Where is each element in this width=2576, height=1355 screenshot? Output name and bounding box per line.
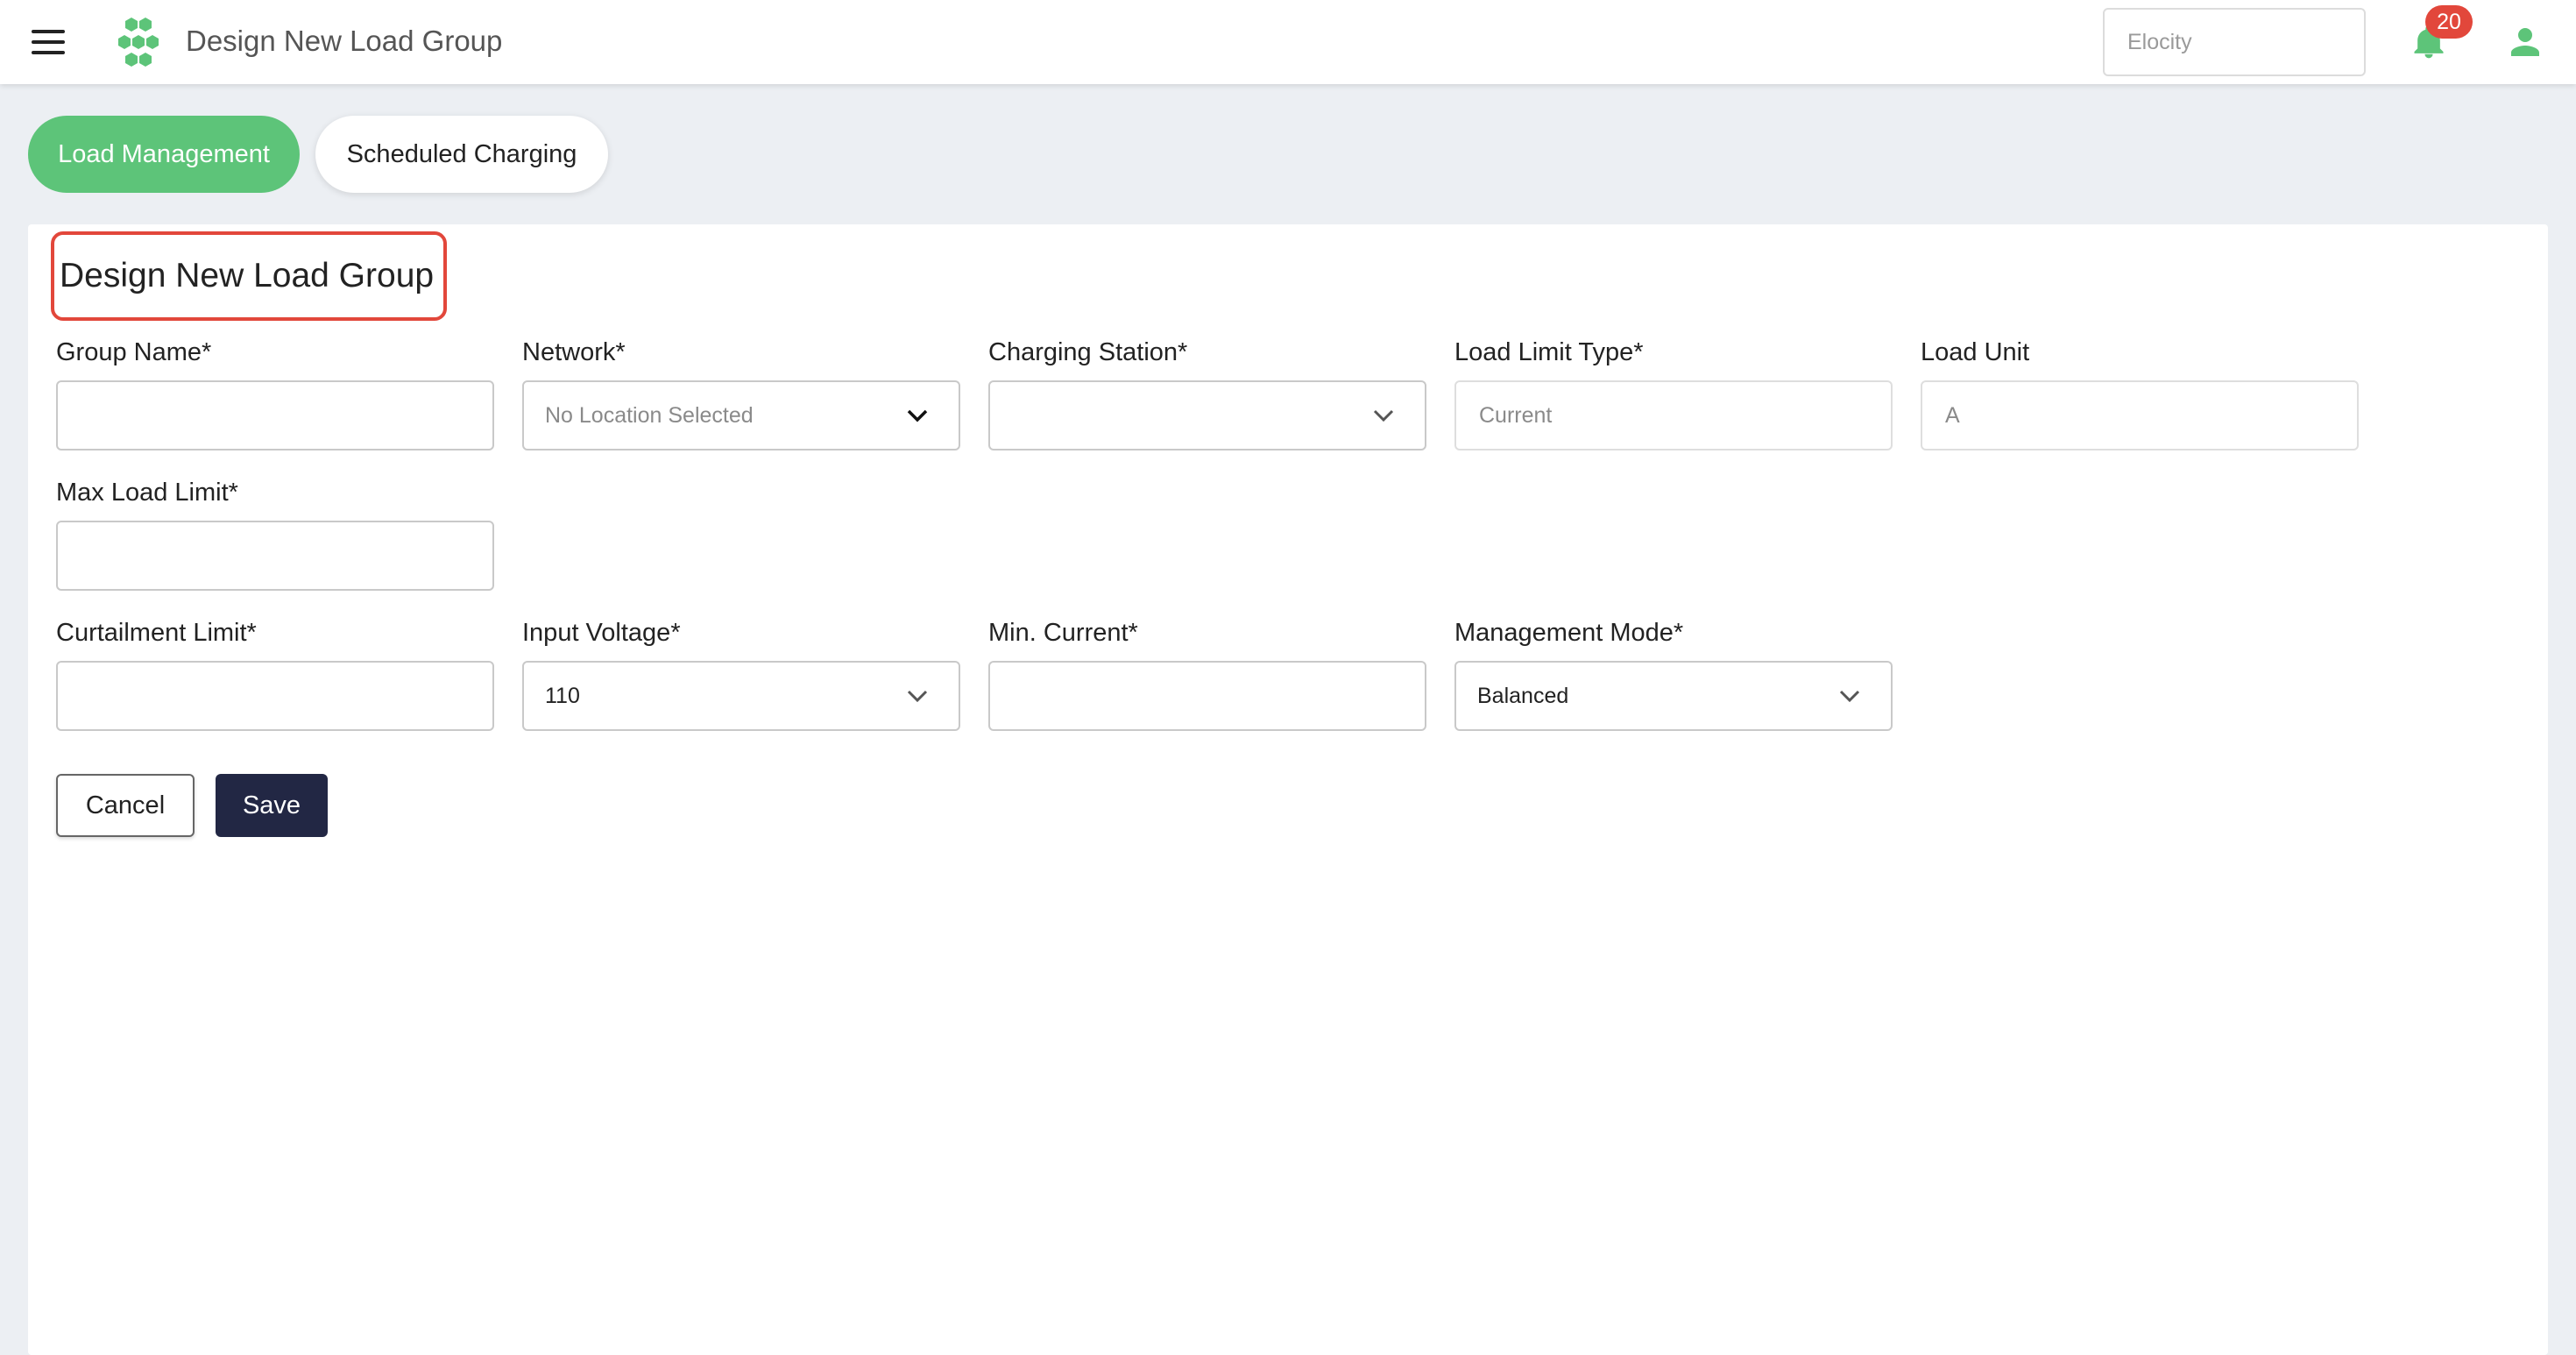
search-input[interactable] [2103,8,2366,76]
curtailment-limit-label: Curtailment Limit* [56,619,257,647]
app-title: Design New Load Group [186,25,503,57]
management-mode-label: Management Mode* [1454,619,1684,647]
charging-station-label: Charging Station* [988,338,1188,366]
max-load-limit-label: Max Load Limit* [56,479,238,507]
user-icon[interactable] [2508,25,2543,60]
charging-station-select[interactable] [988,380,1426,450]
top-bar: Design New Load Group 20 [0,0,2576,84]
management-mode-select[interactable]: Balanced [1454,661,1893,731]
management-mode-value: Balanced [1477,684,1569,708]
group-name-label: Group Name* [56,338,212,366]
tab-load-management[interactable]: Load Management [28,116,300,193]
chevron-down-icon [1373,409,1394,422]
hamburger-menu-icon[interactable] [32,28,65,56]
load-unit-input [1921,380,2359,450]
network-value: No Location Selected [545,403,754,428]
min-current-label: Min. Current* [988,619,1138,647]
form-title: Design New Load Group [51,231,447,321]
load-unit-label: Load Unit [1921,338,2030,366]
group-name-input[interactable] [56,380,494,450]
input-voltage-label: Input Voltage* [522,619,681,647]
input-voltage-value: 110 [545,684,580,708]
notification-badge: 20 [2425,5,2473,39]
network-select[interactable]: No Location Selected [522,380,960,450]
curtailment-limit-input[interactable] [56,661,494,731]
network-label: Network* [522,338,626,366]
tab-scheduled-charging[interactable]: Scheduled Charging [315,116,608,193]
chevron-down-icon [1839,690,1860,703]
app-logo-icon [118,18,159,67]
load-limit-type-label: Load Limit Type* [1454,338,1644,366]
save-button[interactable]: Save [216,774,328,837]
cancel-button[interactable]: Cancel [56,774,195,837]
chevron-down-icon [907,690,928,703]
max-load-limit-input[interactable] [56,521,494,591]
chevron-down-icon [907,409,928,422]
min-current-input[interactable] [988,661,1426,731]
input-voltage-select[interactable]: 110 [522,661,960,731]
load-limit-type-input [1454,380,1893,450]
